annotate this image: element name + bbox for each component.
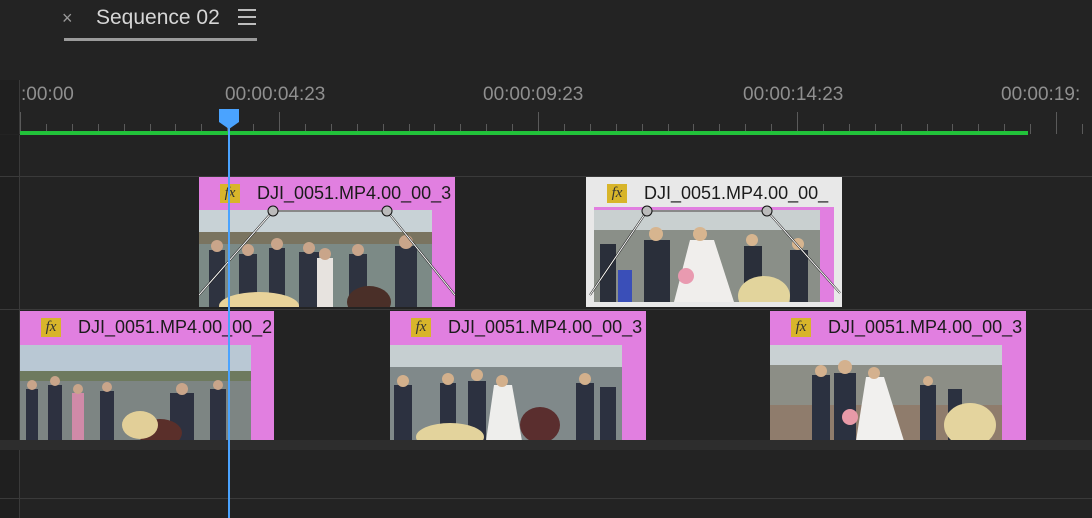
track-header-column bbox=[0, 135, 20, 518]
panel-tab-bar: × Sequence 02 bbox=[0, 0, 1092, 46]
ruler-header bbox=[0, 80, 20, 134]
fx-badge-icon[interactable]: fx bbox=[411, 318, 431, 337]
timecode-label: :00:00 bbox=[21, 84, 74, 105]
clip-name: DJI_0051.MP4.00_00_3 bbox=[828, 317, 1023, 337]
video-clip[interactable]: fx DJI_0051.MP4.00_00_2 bbox=[20, 311, 274, 440]
work-area-bar[interactable] bbox=[20, 131, 1028, 135]
ruler-tick bbox=[1082, 124, 1083, 134]
track-divider-band bbox=[0, 440, 1092, 450]
video-clip[interactable]: fx DJI_0051.MP4.00_00_3 bbox=[770, 311, 1026, 440]
track-divider bbox=[0, 176, 1092, 177]
timecode-label: 00:00:04:23 bbox=[225, 84, 326, 105]
fx-badge-icon[interactable]: fx bbox=[791, 318, 811, 337]
video-clip-selected[interactable]: fx DJI_0051.MP4.00_00_ bbox=[586, 177, 842, 307]
clip-thumbnail bbox=[390, 345, 622, 440]
ruler-tick bbox=[1030, 124, 1031, 134]
clip-thumbnail bbox=[20, 345, 251, 440]
close-tab-icon[interactable]: × bbox=[62, 8, 73, 29]
playhead-handle-icon[interactable] bbox=[218, 108, 240, 130]
clip-name: DJI_0051.MP4.00_00_3 bbox=[448, 317, 643, 337]
opacity-keyframe-line[interactable] bbox=[199, 177, 455, 307]
fx-badge-icon[interactable]: fx bbox=[41, 318, 61, 337]
video-clip[interactable]: fx DJI_0051.MP4.00_00_3 bbox=[199, 177, 455, 307]
clip-name: DJI_0051.MP4.00_00_2 bbox=[78, 317, 273, 337]
video-clip[interactable]: fx DJI_0051.MP4.00_00_3 bbox=[390, 311, 646, 440]
active-tab-indicator bbox=[64, 38, 257, 41]
track-divider bbox=[0, 498, 1092, 499]
ruler-tick bbox=[1056, 112, 1057, 134]
timecode-label: 00:00:09:23 bbox=[483, 84, 584, 105]
track-divider bbox=[0, 309, 1092, 310]
timecode-label: 00:00:19: bbox=[1001, 84, 1081, 105]
timecode-label: 00:00:14:23 bbox=[743, 84, 844, 105]
panel-menu-icon[interactable] bbox=[238, 9, 256, 25]
opacity-keyframe-line[interactable] bbox=[586, 177, 842, 307]
sequence-tab-title[interactable]: Sequence 02 bbox=[96, 6, 220, 30]
playhead-line[interactable] bbox=[228, 126, 230, 518]
clip-thumbnail bbox=[770, 345, 1002, 440]
